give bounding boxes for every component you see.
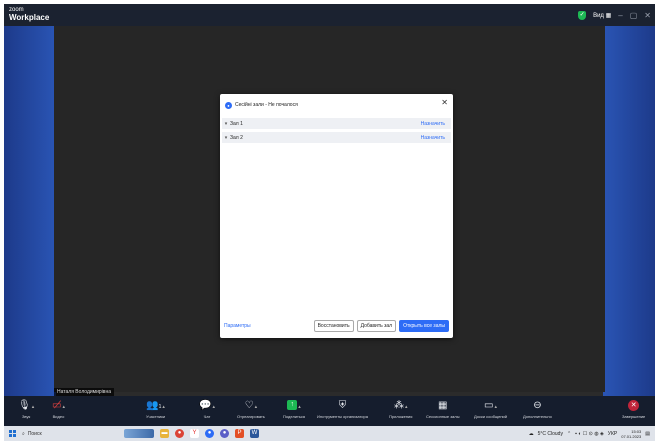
- taskbar-search[interactable]: ⌕ Поиск: [22, 428, 80, 439]
- react-button[interactable]: ♡▴ Отреагировать: [237, 398, 265, 419]
- assign-link[interactable]: Назначить: [421, 121, 445, 127]
- windows-start-icon[interactable]: [9, 430, 16, 437]
- chat-icon: 💬: [199, 400, 212, 411]
- chevron-down-icon[interactable]: ▾: [222, 121, 230, 127]
- whiteboard-icon: ▭: [484, 400, 494, 411]
- search-icon: ⌕: [22, 430, 25, 437]
- more-label: Дополнительно: [523, 414, 552, 419]
- zoom-logo: zoom Workplace: [9, 6, 49, 22]
- zoom-window: zoom Workplace ✓ Вид ▦ – ▢ ✕ Наталя Воло…: [4, 4, 655, 441]
- apps-label: Приложения: [389, 414, 413, 419]
- close-icon[interactable]: ✕: [441, 98, 448, 107]
- word-icon[interactable]: W: [250, 429, 259, 438]
- breakout-rooms-button[interactable]: ▦ Сессионные залы: [426, 398, 459, 419]
- participants-icon: 👥: [146, 400, 159, 411]
- dialog-title: Сесійні зали - Не почалося: [235, 102, 298, 108]
- video-off-icon: ▭̸: [52, 400, 62, 411]
- yandex-icon[interactable]: Y: [190, 429, 199, 438]
- apps-button[interactable]: ⁂▴ Приложения: [389, 398, 412, 419]
- share-button[interactable]: ↑ ▴ Поделиться: [283, 398, 305, 419]
- open-all-rooms-button[interactable]: Открыть все залы: [399, 320, 449, 332]
- participants-button[interactable]: 👥1▴ Участники: [146, 398, 165, 419]
- chrome-icon[interactable]: ●: [175, 429, 184, 438]
- notifications-icon[interactable]: ▤: [645, 431, 650, 437]
- share-label: Поделиться: [283, 414, 306, 419]
- meeting-toolbar: 🎙▴ Звук ▭̸▴ Видео 👥1▴ Участники 💬▴ Чат ♡…: [4, 396, 655, 426]
- more-icon: ⊖: [533, 400, 542, 411]
- breakout-grid-icon: ▦: [438, 400, 448, 411]
- view-button[interactable]: Вид ▦: [593, 12, 611, 19]
- date-text: 07.01.2023: [621, 433, 642, 439]
- participants-label: Участники: [146, 414, 166, 419]
- clock[interactable]: 15:03 07.01.2023: [621, 429, 641, 439]
- file-explorer-icon[interactable]: ▬: [160, 429, 169, 438]
- microphone-icon: 🎙: [18, 400, 31, 411]
- taskbar-widget-image[interactable]: [124, 429, 154, 438]
- chat-label: Чат: [203, 414, 211, 419]
- teams-icon[interactable]: ●: [220, 429, 229, 438]
- zoom-taskbar-icon[interactable]: ●: [205, 429, 214, 438]
- security-shield-icon[interactable]: ✓: [578, 10, 587, 20]
- dialog-footer: Параметры Восстановить Добавить зал Откр…: [224, 320, 449, 332]
- logo-name: Workplace: [9, 13, 50, 22]
- apps-icon: ⁂: [393, 400, 404, 411]
- lang-indicator[interactable]: УКР: [608, 431, 617, 437]
- participants-count: 1: [158, 404, 162, 410]
- video-button[interactable]: ▭̸▴ Видео: [52, 398, 65, 419]
- room-row[interactable]: ▾ Зал 1 Назначить: [222, 118, 451, 129]
- room-name: Зал 1: [230, 120, 243, 127]
- zoom-app-icon: ●: [225, 101, 232, 109]
- assign-link[interactable]: Назначить: [421, 135, 445, 141]
- restore-button[interactable]: Восстановить: [313, 320, 354, 332]
- breakout-rooms-dialog: ● Сесійні зали - Не почалося ✕ ▾ Зал 1 Н…: [220, 94, 453, 338]
- room-name: Зал 2: [230, 134, 243, 141]
- audio-label: Звук: [22, 414, 31, 419]
- view-label: Вид: [593, 12, 604, 19]
- more-button[interactable]: ⊖ Дополнительно: [523, 398, 552, 419]
- end-label: Завершение: [622, 414, 646, 419]
- shield-icon: ⛨: [338, 400, 347, 411]
- weather-text[interactable]: 5°C Cloudy: [538, 431, 563, 437]
- end-icon: ✕: [628, 399, 640, 411]
- react-label: Отреагировать: [237, 414, 265, 419]
- chat-button[interactable]: 💬▴ Чат: [199, 398, 215, 419]
- params-link[interactable]: Параметры: [224, 323, 251, 329]
- whiteboard-label: Доски сообщений: [474, 414, 508, 419]
- tray-chevron-icon[interactable]: ⌃: [567, 431, 571, 437]
- host-tools-label: Инструменты организатора: [317, 414, 368, 419]
- add-room-button[interactable]: Добавить зал: [356, 320, 397, 332]
- host-tools-button[interactable]: ⛨ Инструменты организатора: [317, 398, 368, 419]
- breakout-label: Сессионные залы: [426, 414, 460, 419]
- whiteboard-button[interactable]: ▭▴ Доски сообщений: [474, 398, 507, 419]
- weather-icon: ☁: [528, 430, 534, 437]
- video-label: Видео: [52, 414, 65, 419]
- title-bar: zoom Workplace ✓ Вид ▦ – ▢ ✕: [4, 4, 655, 26]
- search-placeholder: Поиск: [27, 430, 42, 437]
- share-screen-icon: ↑: [287, 400, 298, 411]
- maximize-button[interactable]: ▢: [630, 11, 638, 20]
- audio-button[interactable]: 🎙▴ Звук: [18, 398, 34, 419]
- close-window-button[interactable]: ✕: [644, 11, 651, 20]
- end-meeting-button[interactable]: ✕ Завершение: [622, 398, 645, 419]
- dialog-title-bar: ● Сесійні зали - Не почалося: [225, 100, 298, 110]
- minimize-button[interactable]: –: [618, 11, 622, 20]
- participant-name-tag: Наталя Володимирівна: [54, 388, 114, 396]
- powerpoint-icon[interactable]: P: [235, 429, 244, 438]
- grid-icon: ▦: [605, 12, 612, 19]
- chevron-down-icon[interactable]: ▾: [222, 135, 230, 141]
- system-tray: ☁ 5°C Cloudy ⌃ ▪ ◐ ☐ ⊙ ◍ ◈ УКР 15:03 07.…: [529, 429, 650, 439]
- heart-icon: ♡: [244, 400, 254, 411]
- windows-taskbar: ⌕ Поиск ▬ ● Y ● ● P W ☁ 5°C Cloudy ⌃ ▪ ◐…: [4, 426, 655, 441]
- tray-icons[interactable]: ▪ ◐ ☐ ⊙ ◍ ◈: [575, 431, 604, 437]
- room-row[interactable]: ▾ Зал 2 Назначить: [222, 132, 451, 143]
